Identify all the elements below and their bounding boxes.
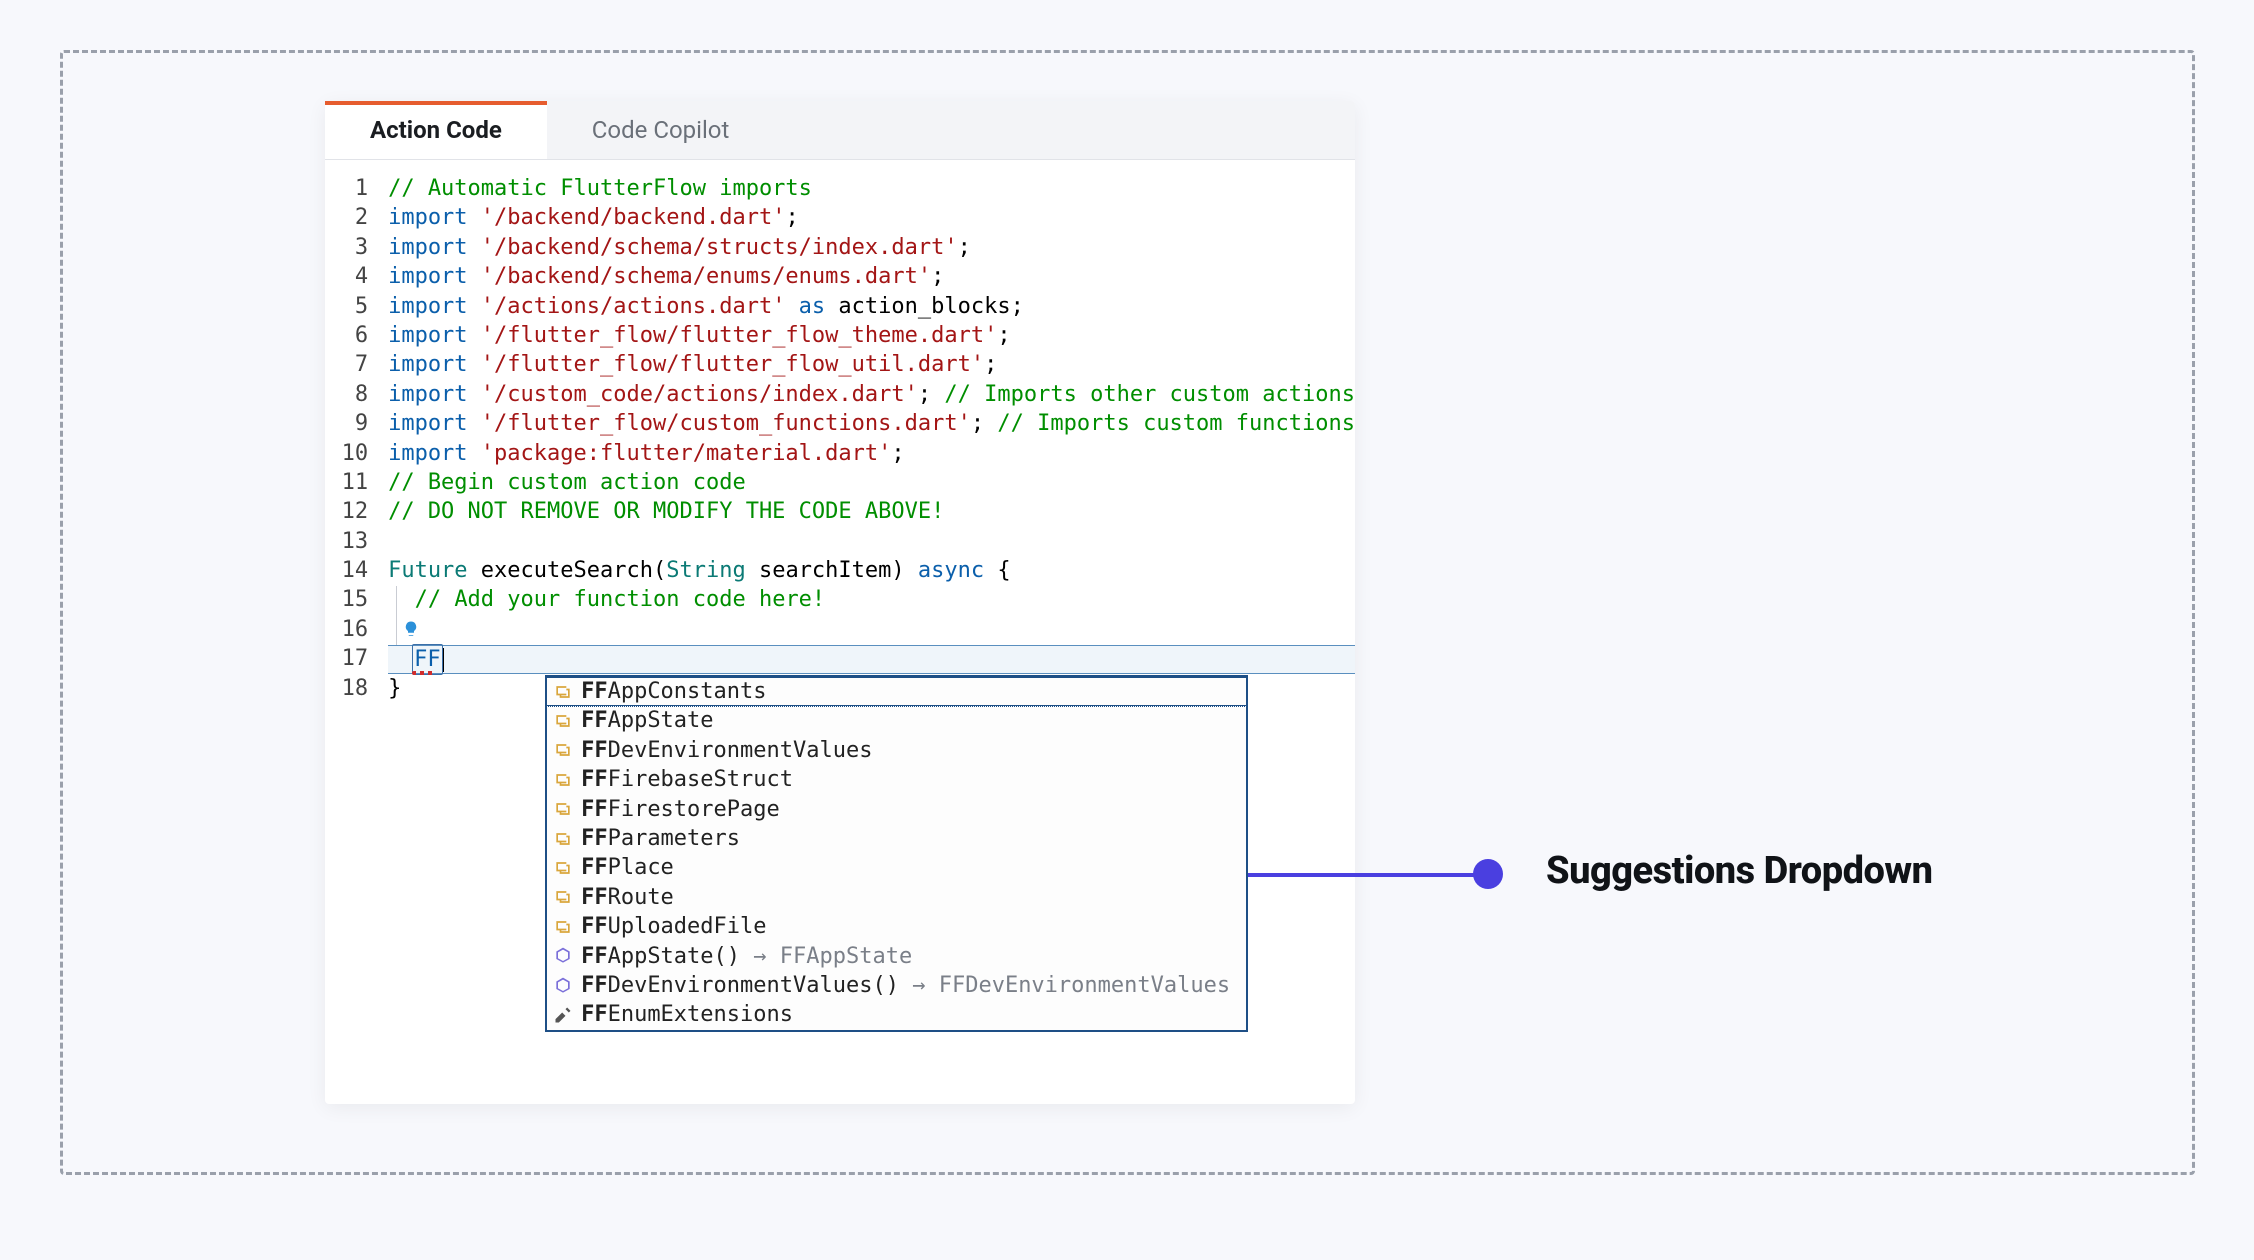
line-number: 3: [325, 233, 368, 262]
code-line[interactable]: import '/flutter_flow/custom_functions.d…: [388, 409, 1355, 438]
suggestion-text: FFRoute: [581, 883, 674, 912]
method-icon: [553, 946, 573, 966]
error-squiggle: [412, 671, 436, 675]
tab-action-code[interactable]: Action Code: [325, 101, 547, 159]
code-line[interactable]: [388, 527, 1355, 556]
suggestion-hint: → FFAppState: [740, 944, 912, 969]
suggestion-text: FFParameters: [581, 824, 740, 853]
line-number: 17: [325, 644, 368, 673]
class-icon: [553, 917, 573, 937]
code-editor-panel: Action Code Code Copilot 123456789101112…: [325, 101, 1355, 1104]
indent-guide: [396, 586, 397, 646]
code-line[interactable]: import '/actions/actions.dart' as action…: [388, 292, 1355, 321]
suggestion-text: FFPlace: [581, 853, 674, 882]
suggestion-text: FFAppState: [581, 706, 713, 735]
class-icon: [553, 799, 573, 819]
suggestion-item[interactable]: FFParameters: [547, 824, 1246, 853]
code-line[interactable]: Future executeSearch(String searchItem) …: [388, 556, 1355, 585]
suggestion-text: FFAppConstants: [581, 677, 766, 706]
line-number: 7: [325, 350, 368, 379]
code-line[interactable]: // Add your function code here!: [388, 585, 1355, 614]
caret: [443, 648, 444, 672]
line-number: 18: [325, 674, 368, 703]
class-icon: [553, 770, 573, 790]
suggestion-item[interactable]: FFPlace: [547, 853, 1246, 882]
line-number: 12: [325, 497, 368, 526]
suggestion-text: FFFirebaseStruct: [581, 765, 793, 794]
callout-label: Suggestions Dropdown: [1546, 849, 1933, 893]
line-number: 13: [325, 527, 368, 556]
suggestion-text: FFEnumExtensions: [581, 1000, 793, 1029]
suggestion-text: FFDevEnvironmentValues() → FFDevEnvironm…: [581, 971, 1230, 1000]
suggestion-text: FFFirestorePage: [581, 795, 780, 824]
code-line[interactable]: import '/custom_code/actions/index.dart'…: [388, 380, 1355, 409]
suggestion-item[interactable]: FFAppState: [547, 706, 1246, 735]
code-line[interactable]: // DO NOT REMOVE OR MODIFY THE CODE ABOV…: [388, 497, 1355, 526]
suggestion-item[interactable]: FFDevEnvironmentValues: [547, 736, 1246, 765]
line-number: 15: [325, 585, 368, 614]
code-area[interactable]: 123456789101112131415161718 FF FFAppCons…: [325, 160, 1355, 703]
class-icon: [553, 858, 573, 878]
line-number: 5: [325, 292, 368, 321]
active-line-highlight: [388, 645, 1355, 674]
line-number: 11: [325, 468, 368, 497]
suggestion-item[interactable]: FFDevEnvironmentValues() → FFDevEnvironm…: [547, 971, 1246, 1000]
class-icon: [553, 682, 573, 702]
code-line[interactable]: import '/flutter_flow/flutter_flow_util.…: [388, 350, 1355, 379]
line-number: 16: [325, 615, 368, 644]
suggestion-hint: → FFDevEnvironmentValues: [899, 973, 1230, 998]
code-line[interactable]: // Begin custom action code: [388, 468, 1355, 497]
code-line[interactable]: import '/flutter_flow/flutter_flow_theme…: [388, 321, 1355, 350]
suggestion-text: FFAppState() → FFAppState: [581, 942, 912, 971]
wrench-icon: [553, 1005, 573, 1025]
callout-dot-icon: [1473, 859, 1503, 889]
suggestion-item[interactable]: FFFirebaseStruct: [547, 765, 1246, 794]
line-number: 4: [325, 262, 368, 291]
line-number: 6: [325, 321, 368, 350]
suggestion-text: FFUploadedFile: [581, 912, 766, 941]
class-icon: [553, 711, 573, 731]
code-lines[interactable]: FF FFAppConstantsFFAppStateFFDevEnvironm…: [388, 174, 1355, 703]
suggestion-text: FFDevEnvironmentValues: [581, 736, 872, 765]
class-icon: [553, 829, 573, 849]
typed-token[interactable]: FF: [412, 645, 444, 674]
line-number: 8: [325, 380, 368, 409]
suggestion-item[interactable]: FFUploadedFile: [547, 912, 1246, 941]
suggestion-item[interactable]: FFAppConstants: [547, 677, 1246, 706]
tab-code-copilot[interactable]: Code Copilot: [547, 101, 775, 159]
code-line[interactable]: import '/backend/backend.dart';: [388, 203, 1355, 232]
class-icon: [553, 887, 573, 907]
line-number: 2: [325, 203, 368, 232]
suggestion-item[interactable]: FFEnumExtensions: [547, 1000, 1246, 1029]
code-line[interactable]: import '/backend/schema/enums/enums.dart…: [388, 262, 1355, 291]
lightbulb-icon[interactable]: [402, 617, 420, 635]
editor-tabbar: Action Code Code Copilot: [325, 101, 1355, 160]
class-icon: [553, 740, 573, 760]
code-line[interactable]: // Automatic FlutterFlow imports: [388, 174, 1355, 203]
line-number: 10: [325, 439, 368, 468]
suggestion-item[interactable]: FFAppState() → FFAppState: [547, 942, 1246, 971]
suggestion-item[interactable]: FFFirestorePage: [547, 795, 1246, 824]
suggestion-item[interactable]: FFRoute: [547, 883, 1246, 912]
suggestions-dropdown[interactable]: FFAppConstantsFFAppStateFFDevEnvironment…: [545, 675, 1248, 1032]
line-number: 9: [325, 409, 368, 438]
code-line[interactable]: import 'package:flutter/material.dart';: [388, 439, 1355, 468]
tab-label: Action Code: [370, 116, 502, 144]
line-number: 14: [325, 556, 368, 585]
tab-label: Code Copilot: [592, 116, 730, 144]
code-line[interactable]: import '/backend/schema/structs/index.da…: [388, 233, 1355, 262]
line-number: 1: [325, 174, 368, 203]
code-line[interactable]: [388, 615, 1355, 644]
line-number-gutter: 123456789101112131415161718: [325, 174, 388, 703]
method-icon: [553, 976, 573, 996]
